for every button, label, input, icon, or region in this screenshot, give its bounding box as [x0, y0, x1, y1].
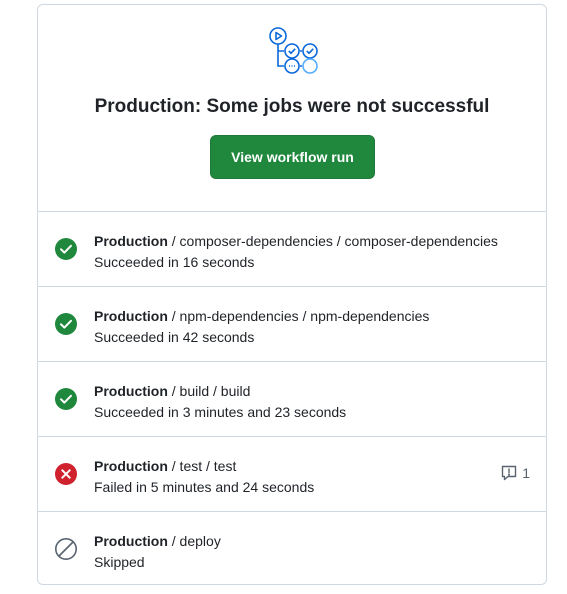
- job-row[interactable]: Production / test / test Failed in 5 min…: [38, 437, 546, 512]
- job-environment: Production: [94, 383, 168, 399]
- job-name: Production / npm-dependencies / npm-depe…: [94, 306, 486, 327]
- job-environment: Production: [94, 533, 168, 549]
- job-text: Production / composer-dependencies / com…: [94, 231, 498, 273]
- job-row[interactable]: Production / deploy Skipped: [38, 512, 546, 584]
- job-status: Succeeded in 42 seconds: [94, 329, 255, 345]
- check-circle-icon: [55, 313, 77, 335]
- job-path: / test / test: [167, 458, 237, 474]
- job-environment: Production: [94, 458, 168, 474]
- page-title: Production: Some jobs were not successfu…: [94, 96, 490, 117]
- job-name: Production / build / build: [94, 381, 486, 402]
- workflow-summary-card: Production: Some jobs were not successfu…: [37, 4, 547, 585]
- workflow-graph-icon: [269, 27, 318, 74]
- view-workflow-run-button[interactable]: View workflow run: [210, 135, 375, 179]
- job-path: / build / build: [167, 383, 251, 399]
- job-environment: Production: [94, 308, 168, 324]
- summary-header: Production: Some jobs were not successfu…: [38, 5, 546, 212]
- job-status: Skipped: [94, 554, 145, 570]
- job-name: Production / composer-dependencies / com…: [94, 231, 498, 252]
- x-circle-icon: [55, 463, 77, 485]
- job-row[interactable]: Production / build / build Succeeded in …: [38, 362, 546, 437]
- check-circle-icon: [55, 238, 77, 260]
- job-environment: Production: [94, 233, 168, 249]
- job-name: Production / test / test: [94, 456, 486, 477]
- skip-icon: [55, 538, 77, 560]
- job-path: / deploy: [167, 533, 221, 549]
- check-circle-icon: [55, 388, 77, 410]
- job-path: / npm-dependencies / npm-dependencies: [167, 308, 430, 324]
- job-status: Succeeded in 16 seconds: [94, 254, 255, 270]
- job-text: Production / deploy Skipped: [94, 531, 486, 573]
- job-status: Failed in 5 minutes and 24 seconds: [94, 479, 315, 495]
- annotation-count: 1: [522, 465, 530, 481]
- job-status: Succeeded in 3 minutes and 23 seconds: [94, 404, 347, 420]
- annotations-indicator[interactable]: 1: [500, 464, 530, 482]
- job-path: / composer-dependencies / composer-depen…: [167, 233, 498, 249]
- job-text: Production / build / build Succeeded in …: [94, 381, 486, 423]
- comment-alert-icon: [502, 465, 517, 481]
- job-text: Production / test / test Failed in 5 min…: [94, 456, 486, 498]
- job-row[interactable]: Production / npm-dependencies / npm-depe…: [38, 287, 546, 362]
- job-row[interactable]: Production / composer-dependencies / com…: [38, 212, 546, 287]
- job-text: Production / npm-dependencies / npm-depe…: [94, 306, 486, 348]
- job-name: Production / deploy: [94, 531, 486, 552]
